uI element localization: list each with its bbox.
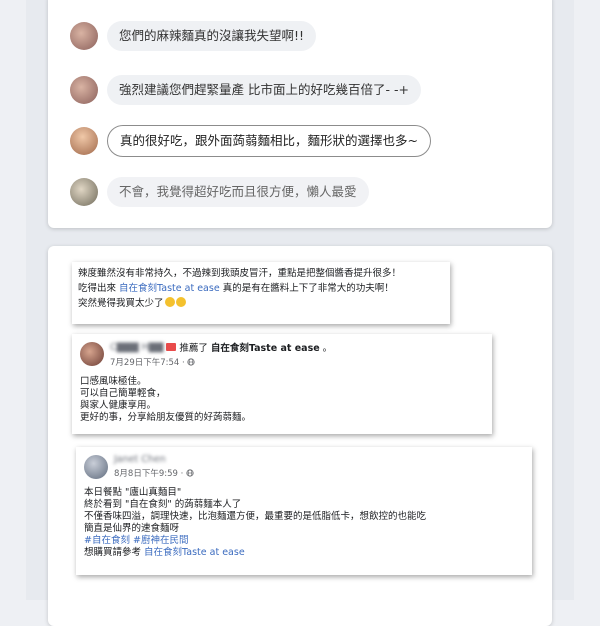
comment-2: 強烈建議您們趕緊量產 比市面上的好吃幾百倍了- -+ <box>70 75 421 105</box>
post-date: 7月29日下午7:54 · <box>110 356 332 368</box>
comments-card: 您們的麻辣麵真的沒讓我失望啊!! 強烈建議您們趕緊量產 比市面上的好吃幾百倍了-… <box>48 0 552 228</box>
review-text-line3: 突然覺得我買太少了 <box>78 298 164 309</box>
comment-3: 真的很好吃，跟外面蒟蒻麵相比，麵形狀的選擇也多~ <box>70 125 431 157</box>
page-link[interactable]: 自在食刻Taste at ease <box>119 283 220 294</box>
post-body: 本日餐點 "廬山真麵目" 終於看到 "自在食刻" 的蒟蒻麵本人了 不僅香味四溢，… <box>84 487 524 559</box>
post-line: 與家人健康享用。 <box>80 400 157 411</box>
review-text-post: 真的是有在醬料上下了非常大的功夫啊！ <box>222 283 394 294</box>
date-text[interactable]: 8月8日下午9:59 · <box>114 469 186 479</box>
page-link[interactable]: 自在食刻Taste at ease <box>144 547 245 558</box>
review-text-pre: 吃得出來 <box>78 283 117 294</box>
post-line: 更好的事，分享給朋友優質的好蒟蒻麵。 <box>80 412 252 423</box>
post-line: 可以自己簡單輕食， <box>80 388 166 399</box>
emoji-laugh-icon <box>175 297 186 307</box>
post-meta: Janet Chen 8月8日下午9:59 · <box>114 454 194 479</box>
flag-icon <box>166 343 177 351</box>
review-snippet-1: 辣度雖然沒有非常持久，不過辣到我頭皮冒汗，重點是把整個醬香提升很多！ 吃得出來 … <box>72 262 450 324</box>
author-row: Janet Chen <box>114 454 194 465</box>
avatar[interactable] <box>70 178 98 206</box>
post-meta: C▇▇▇ H▇▇ 推薦了 自在食刻Taste at ease 。 7月29日下午… <box>110 340 333 369</box>
post-line: 口感風味極佳。 <box>80 376 147 387</box>
date-text[interactable]: 7月29日下午7:54 · <box>110 358 187 368</box>
post-body: 口感風味極佳。 可以自己簡單輕食， 與家人健康享用。 更好的事，分享給朋友優質的… <box>80 376 484 424</box>
period: 。 <box>322 343 333 354</box>
post-line: 不僅香味四溢，調理快速，比泡麵還方便，最重要的是低脂低卡，想飲控的也能吃 <box>84 511 427 522</box>
review-snippet-3: Janet Chen 8月8日下午9:59 · 本日餐點 "廬山真麵目" 終於看… <box>76 447 532 575</box>
avatar[interactable] <box>80 342 104 366</box>
post-header: C▇▇▇ H▇▇ 推薦了 自在食刻Taste at ease 。 7月29日下午… <box>80 340 484 368</box>
review-text: 突然覺得我買太少了 <box>78 296 444 311</box>
comment-4: 不會，我覺得超好吃而且很方便，懶人最愛 <box>70 177 369 207</box>
author-name[interactable]: C▇▇▇ H▇▇ <box>110 342 163 353</box>
avatar[interactable] <box>70 127 98 155</box>
review-text: 辣度雖然沒有非常持久，不過辣到我頭皮冒汗，重點是把整個醬香提升很多！ <box>78 268 402 279</box>
post-line: 終於看到 "自在食刻" 的蒟蒻麵本人了 <box>84 499 242 510</box>
review-text: 吃得出來 自在食刻Taste at ease 真的是有在醬料上下了非常大的功夫啊… <box>78 281 444 296</box>
comment-bubble: 強烈建議您們趕緊量產 比市面上的好吃幾百倍了- -+ <box>107 75 421 105</box>
recommend-text: 推薦了 <box>179 343 208 354</box>
avatar[interactable] <box>84 454 108 479</box>
avatar[interactable] <box>70 22 98 50</box>
avatar[interactable] <box>70 76 98 104</box>
hashtags[interactable]: #自在食刻 #廚神在民間 <box>84 535 524 547</box>
post-line: 簡直是仙界的速食麵呀 <box>84 523 180 534</box>
author-name[interactable]: Janet Chen <box>114 454 166 465</box>
review-snippet-2: C▇▇▇ H▇▇ 推薦了 自在食刻Taste at ease 。 7月29日下午… <box>72 334 492 434</box>
page-name[interactable]: 自在食刻Taste at ease <box>211 340 320 354</box>
comment-bubble: 您們的麻辣麵真的沒讓我失望啊!! <box>107 21 317 51</box>
buy-text: 想購買請參考 <box>84 547 142 558</box>
comment-bubble: 真的很好吃，跟外面蒟蒻麵相比，麵形狀的選擇也多~ <box>107 125 431 157</box>
post-line: 本日餐點 "廬山真麵目" <box>84 487 182 498</box>
buy-line: 想購買請參考 自在食刻Taste at ease <box>84 547 524 559</box>
post-date: 8月8日下午9:59 · <box>114 467 194 479</box>
globe-icon <box>187 358 196 366</box>
emoji-laugh-icon <box>164 297 175 307</box>
author-row: C▇▇▇ H▇▇ 推薦了 自在食刻Taste at ease 。 <box>110 340 333 355</box>
comment-1: 您們的麻辣麵真的沒讓我失望啊!! <box>70 21 317 51</box>
comment-bubble: 不會，我覺得超好吃而且很方便，懶人最愛 <box>107 177 369 207</box>
post-header: Janet Chen 8月8日下午9:59 · <box>84 454 524 479</box>
globe-icon <box>186 469 194 477</box>
